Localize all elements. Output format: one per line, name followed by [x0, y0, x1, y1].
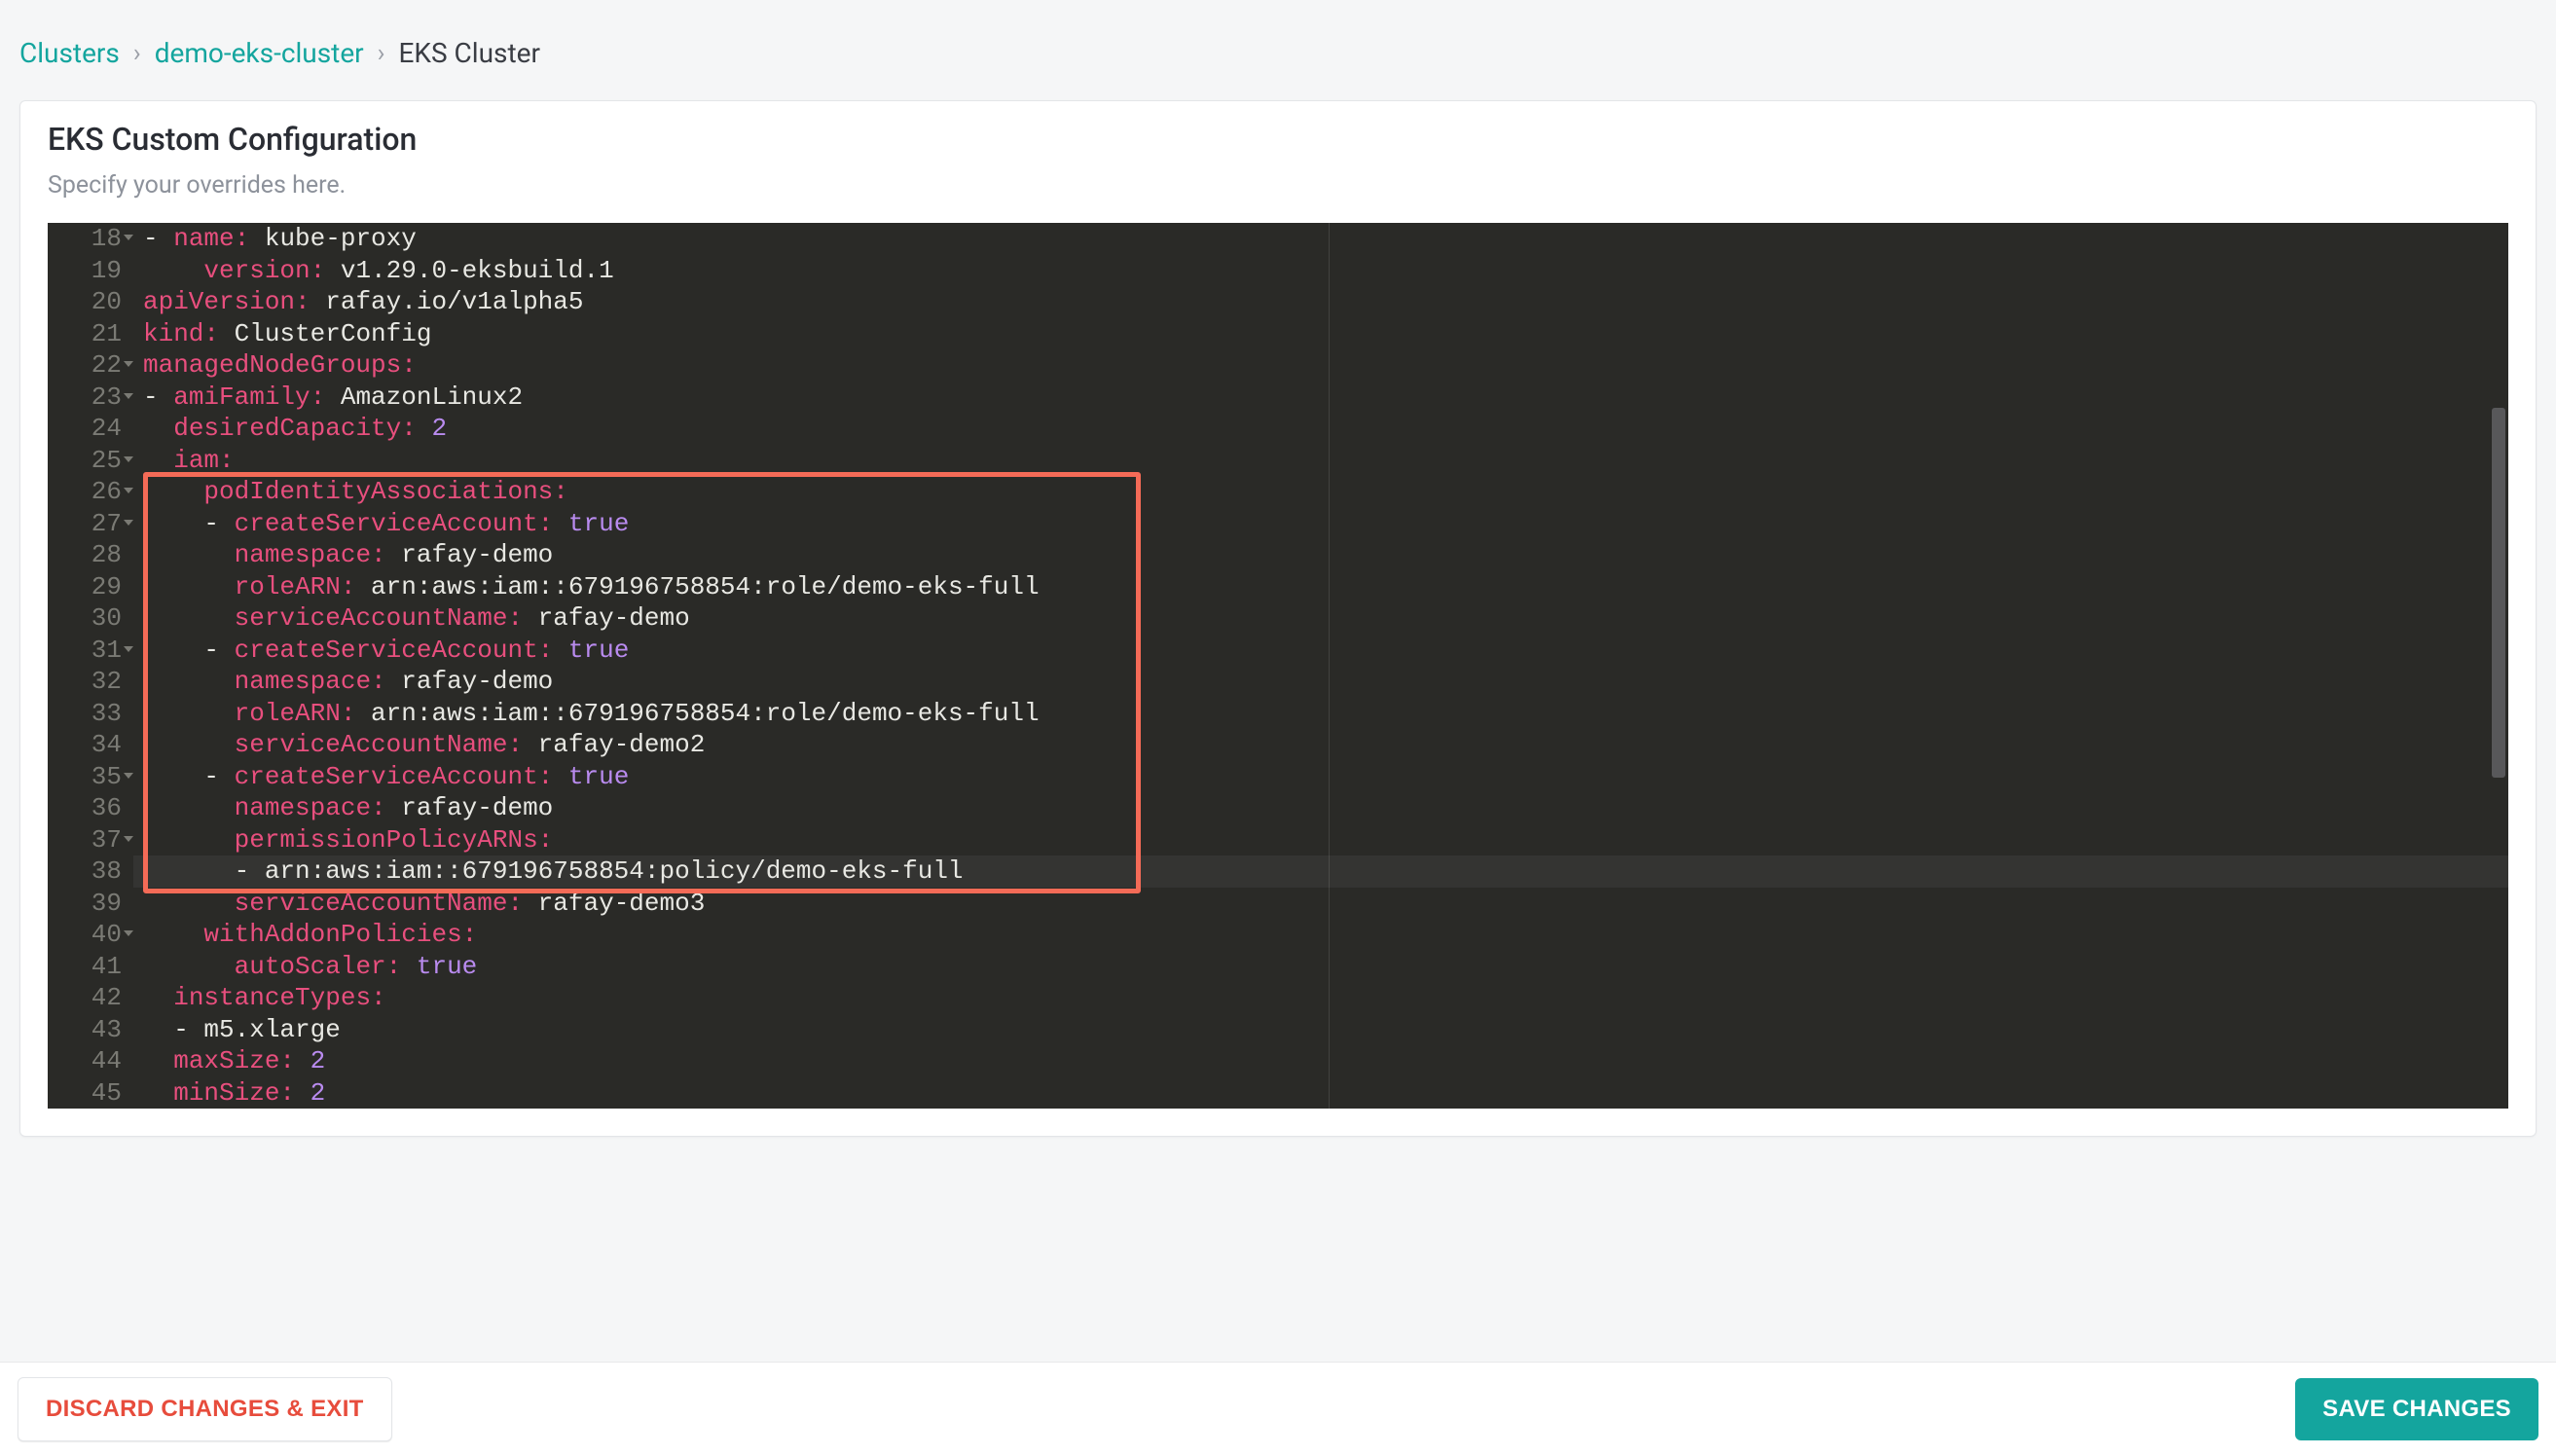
breadcrumb-root[interactable]: Clusters [19, 37, 120, 69]
gutter-line: 31 [48, 635, 122, 667]
gutter-line: 37 [48, 824, 122, 856]
breadcrumb-sep: › [133, 39, 141, 68]
gutter-line: 20 [48, 286, 122, 318]
gutter-line: 18 [48, 223, 122, 255]
code-line[interactable]: iam: [143, 445, 2508, 477]
code-line[interactable]: namespace: rafay-demo [143, 666, 2508, 698]
gutter-line: 42 [48, 982, 122, 1014]
code-line[interactable]: - createServiceAccount: true [143, 508, 2508, 540]
card-title: EKS Custom Configuration [48, 121, 2508, 158]
gutter-line: 43 [48, 1014, 122, 1046]
gutter-line: 38 [48, 855, 122, 888]
code-line[interactable]: permissionPolicyARNs: [143, 824, 2508, 856]
gutter-line: 22 [48, 349, 122, 382]
gutter-line: 40 [48, 919, 122, 951]
gutter-line: 41 [48, 951, 122, 983]
gutter-line: 33 [48, 698, 122, 730]
code-line[interactable]: kind: ClusterConfig [143, 318, 2508, 350]
code-line[interactable]: roleARN: arn:aws:iam::679196758854:role/… [143, 698, 2508, 730]
code-line[interactable]: namespace: rafay-demo [143, 792, 2508, 824]
gutter-line: 35 [48, 761, 122, 793]
gutter-line: 44 [48, 1045, 122, 1077]
gutter-line: 45 [48, 1077, 122, 1110]
code-line[interactable]: - m5.xlarge [143, 1014, 2508, 1046]
code-line[interactable]: withAddonPolicies: [143, 919, 2508, 951]
editor-scrollbar[interactable] [2489, 223, 2508, 1109]
code-line[interactable]: serviceAccountName: rafay-demo2 [143, 729, 2508, 761]
code-line[interactable]: - name: kube-proxy [143, 223, 2508, 255]
code-line[interactable]: serviceAccountName: rafay-demo3 [143, 888, 2508, 920]
gutter-line: 34 [48, 729, 122, 761]
code-line[interactable]: roleARN: arn:aws:iam::679196758854:role/… [143, 571, 2508, 603]
code-line[interactable]: apiVersion: rafay.io/v1alpha5 [143, 286, 2508, 318]
code-line[interactable]: - createServiceAccount: true [143, 635, 2508, 667]
code-line[interactable]: minSize: 2 [143, 1077, 2508, 1110]
config-card: EKS Custom Configuration Specify your ov… [19, 100, 2537, 1137]
scroll-thumb[interactable] [2492, 408, 2505, 778]
breadcrumb-sep: › [378, 39, 385, 68]
save-button[interactable]: SAVE CHANGES [2295, 1378, 2538, 1440]
code-line[interactable]: serviceAccountName: rafay-demo [143, 602, 2508, 635]
discard-button[interactable]: DISCARD CHANGES & EXIT [18, 1377, 392, 1441]
code-line[interactable]: maxSize: 2 [143, 1045, 2508, 1077]
code-line[interactable]: podIdentityAssociations: [143, 476, 2508, 508]
card-subtitle: Specify your overrides here. [48, 171, 2508, 200]
gutter-line: 36 [48, 792, 122, 824]
breadcrumb-current: EKS Cluster [398, 37, 539, 69]
code-line[interactable]: namespace: rafay-demo [143, 539, 2508, 571]
yaml-editor[interactable]: 1819202122232425262728293031323334353637… [48, 223, 2508, 1109]
gutter-line: 28 [48, 539, 122, 571]
code-line[interactable]: - amiFamily: AmazonLinux2 [143, 382, 2508, 414]
gutter-line: 39 [48, 888, 122, 920]
code-line[interactable]: instanceTypes: [143, 982, 2508, 1014]
gutter-line: 27 [48, 508, 122, 540]
gutter-line: 19 [48, 255, 122, 287]
code-line[interactable]: desiredCapacity: 2 [143, 413, 2508, 445]
gutter-line: 30 [48, 602, 122, 635]
code-line[interactable]: managedNodeGroups: [143, 349, 2508, 382]
gutter-line: 24 [48, 413, 122, 445]
editor-gutter: 1819202122232425262728293031323334353637… [48, 223, 133, 1109]
code-line[interactable]: autoScaler: true [143, 951, 2508, 983]
gutter-line: 25 [48, 445, 122, 477]
editor-code[interactable]: - name: kube-proxy version: v1.29.0-eksb… [133, 223, 2508, 1109]
gutter-line: 32 [48, 666, 122, 698]
gutter-line: 29 [48, 571, 122, 603]
code-line[interactable]: version: v1.29.0-eksbuild.1 [143, 255, 2508, 287]
code-line[interactable]: - arn:aws:iam::679196758854:policy/demo-… [133, 855, 2508, 888]
code-line[interactable]: - createServiceAccount: true [143, 761, 2508, 793]
gutter-line: 26 [48, 476, 122, 508]
gutter-line: 21 [48, 318, 122, 350]
gutter-line: 23 [48, 382, 122, 414]
breadcrumb: Clusters › demo-eks-cluster › EKS Cluste… [19, 37, 2537, 69]
breadcrumb-cluster[interactable]: demo-eks-cluster [155, 37, 364, 69]
footer-bar: DISCARD CHANGES & EXIT SAVE CHANGES [0, 1363, 2556, 1456]
